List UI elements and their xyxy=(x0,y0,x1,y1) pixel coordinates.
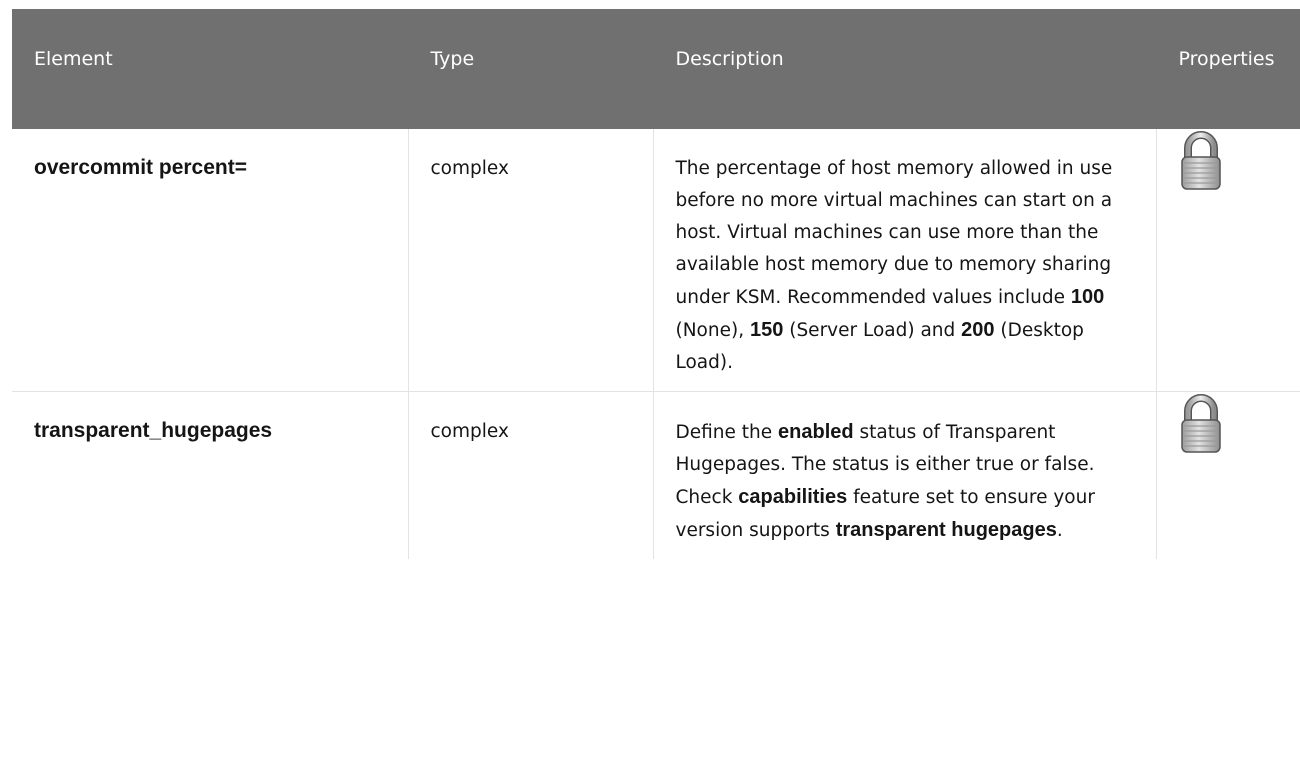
element-cell: transparent_hugepages xyxy=(12,391,409,559)
header-element: Element xyxy=(12,9,409,129)
element-name: overcommit percent= xyxy=(34,156,247,179)
description-segment: The percentage of host memory allowed in… xyxy=(675,158,1113,308)
padlock-icon xyxy=(1179,392,1279,456)
description-text: Define the enabled status of Transparent… xyxy=(676,416,1134,547)
description-emphasis: transparent hugepages xyxy=(835,519,1057,541)
description-emphasis: 200 xyxy=(961,319,995,341)
table-row: transparent_hugepages complex Define the… xyxy=(12,391,1300,560)
description-emphasis: 100 xyxy=(1070,286,1105,308)
description-segment: . xyxy=(1056,520,1063,541)
description-segment: (Server Load) and xyxy=(783,320,962,341)
type-cell: complex xyxy=(408,129,654,392)
type-cell: complex xyxy=(408,391,654,559)
element-reference-table-container: Element Type Description Properties over… xyxy=(12,9,1300,559)
description-text: The percentage of host memory allowed in… xyxy=(676,153,1134,379)
properties-cell xyxy=(1156,392,1300,560)
properties-cell xyxy=(1156,129,1300,392)
description-segment: (None), xyxy=(675,320,750,341)
description-segment: Define the xyxy=(675,422,779,443)
padlock-icon xyxy=(1179,129,1279,193)
header-description: Description xyxy=(653,9,1157,129)
element-reference-table: Element Type Description Properties over… xyxy=(12,9,1300,559)
header-type: Type xyxy=(408,9,654,129)
description-emphasis: 150 xyxy=(749,319,784,341)
description-emphasis: enabled xyxy=(778,421,854,443)
element-cell: overcommit percent= xyxy=(12,129,409,392)
table-header-row: Element Type Description Properties xyxy=(12,9,1300,129)
description-emphasis: capabilities xyxy=(738,486,848,508)
header-properties: Properties xyxy=(1156,9,1300,129)
description-cell: Define the enabled status of Transparent… xyxy=(653,391,1157,559)
description-cell: The percentage of host memory allowed in… xyxy=(653,129,1157,392)
table-row: overcommit percent= complex The percenta… xyxy=(12,129,1300,392)
element-name: transparent_hugepages xyxy=(34,419,273,442)
